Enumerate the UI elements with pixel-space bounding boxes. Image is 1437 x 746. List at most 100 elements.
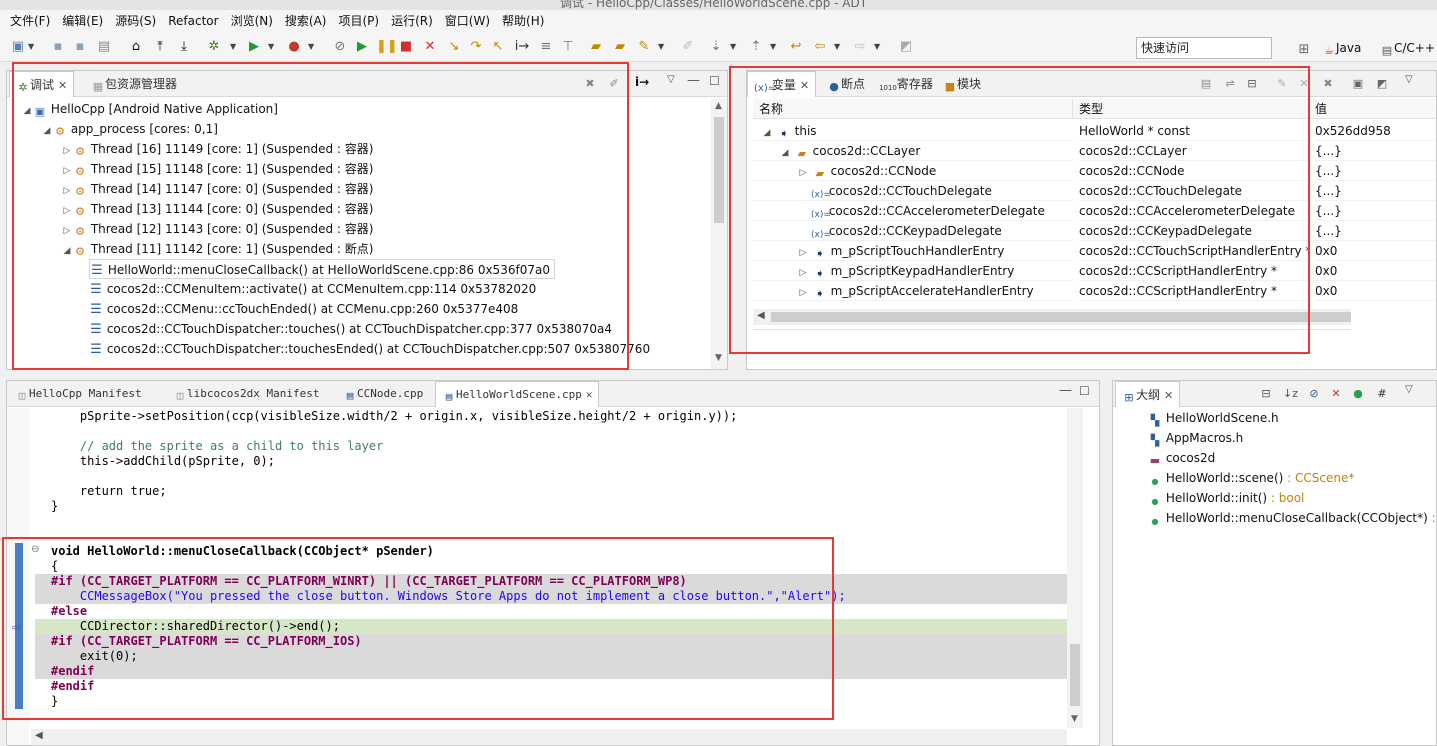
show-logical-structure-icon[interactable]: ⇌ — [1223, 77, 1237, 91]
outline-item[interactable]: ▚ AppMacros.h — [1148, 428, 1244, 448]
variable-value[interactable]: {...} — [1315, 221, 1436, 241]
step-into-icon[interactable]: ↘ — [446, 39, 462, 55]
chevron-down-icon[interactable]: ◢ — [761, 123, 773, 140]
chevron-down-icon[interactable]: ▼ — [1071, 714, 1078, 724]
pen-icon[interactable]: ✎ — [636, 39, 652, 55]
code-line[interactable]: exit(0); — [51, 649, 138, 664]
menu-help[interactable]: 帮助(H) — [496, 10, 550, 32]
code-line[interactable]: #endif — [51, 679, 94, 694]
editor-vscrollbar[interactable]: ▼ — [1067, 408, 1083, 728]
variable-value[interactable]: {...} — [1315, 181, 1436, 201]
tab-ccnode-cpp[interactable]: ▤ CCNode.cpp — [337, 381, 429, 407]
scrollbar-thumb[interactable] — [771, 312, 1351, 322]
code-line[interactable]: // add the sprite as a child to this lay… — [51, 439, 383, 454]
menu-project[interactable]: 项目(P) — [332, 10, 385, 32]
scrollbar-thumb[interactable] — [1070, 644, 1080, 706]
run-icon[interactable]: ▶ — [246, 39, 262, 55]
scrollbar-thumb[interactable] — [714, 117, 724, 223]
table-row[interactable]: (x)= cocos2d::CCKeypadDelegate — [753, 221, 1073, 241]
code-line[interactable]: void HelloWorld::menuCloseCallback(CCObj… — [51, 544, 434, 559]
column-header-type[interactable]: 类型 — [1073, 99, 1309, 119]
resume-icon[interactable]: ▶ — [354, 39, 370, 55]
open-perspective-icon[interactable]: ⊞ — [1296, 42, 1312, 58]
chevron-down-icon[interactable]: ▼ — [730, 42, 736, 51]
code-line[interactable]: #endif — [51, 664, 94, 679]
pin-icon[interactable]: ◩ — [1375, 77, 1389, 91]
collapse-all-icon[interactable]: ⊟ — [1245, 77, 1259, 91]
menu-file[interactable]: 文件(F) — [4, 10, 56, 32]
variable-value[interactable]: 0x526dd958 — [1315, 121, 1436, 141]
variables-hscrollbar[interactable]: ◀ — [753, 309, 1351, 325]
menu-source[interactable]: 源码(S) — [109, 10, 162, 32]
new-view-icon[interactable]: ▣ — [1351, 77, 1365, 91]
menu-refactor[interactable]: Refactor — [162, 10, 224, 32]
menu-search[interactable]: 搜索(A) — [279, 10, 333, 32]
tree-row-app[interactable]: ◢ ▣ HelloCpp [Android Native Application] — [21, 99, 278, 119]
instruction-stepping-icon[interactable]: i→ — [635, 75, 649, 89]
code-line[interactable]: CCDirector::sharedDirector()->end(); — [51, 619, 340, 634]
hide-macros-icon[interactable]: # — [1375, 387, 1389, 401]
variable-value[interactable]: 0x0 — [1315, 241, 1436, 261]
maximize-icon[interactable]: ☐ — [1079, 384, 1090, 398]
add-expression-icon[interactable]: ✎ — [1275, 77, 1289, 91]
variable-value[interactable]: {...} — [1315, 201, 1436, 221]
hide-static-icon[interactable]: ✕ — [1329, 387, 1343, 401]
chevron-down-icon[interactable]: ▼ — [715, 353, 722, 363]
new-icon[interactable]: ▣ — [10, 39, 26, 55]
minimize-icon[interactable]: — — [1059, 383, 1072, 398]
skip-breakpoints-icon[interactable]: ⊘ — [332, 39, 348, 55]
close-icon[interactable]: ✕ — [58, 79, 67, 92]
maximize-icon[interactable]: ☐ — [709, 74, 720, 88]
tree-row-thread[interactable]: ▷ ⚙ Thread [12] 11143 [core: 0] (Suspende… — [61, 219, 374, 239]
chevron-down-icon[interactable]: ▼ — [874, 42, 880, 51]
chevron-left-icon[interactable]: ◀ — [35, 730, 43, 741]
tree-row-thread[interactable]: ◢ ⚙ Thread [11] 11142 [core: 1] (Suspende… — [61, 239, 374, 259]
editor-hscrollbar[interactable]: ◀ — [31, 729, 1067, 745]
code-line[interactable]: CCMessageBox("You pressed the close butt… — [51, 589, 846, 604]
table-row[interactable]: ▷ ➧ m_pScriptKeypadHandlerEntry — [753, 261, 1073, 281]
code-line[interactable]: #if (CC_TARGET_PLATFORM == CC_PLATFORM_W… — [51, 574, 687, 589]
tab-outline[interactable]: ⊞ 大纲 ✕ — [1115, 381, 1181, 407]
table-row[interactable]: ◢ ➧ this — [753, 121, 1073, 141]
hide-fields-icon[interactable]: ⊘ — [1307, 387, 1321, 401]
tab-modules[interactable]: ■ 模块 — [937, 71, 987, 97]
perspective-java[interactable]: ☕ Java — [1322, 36, 1361, 60]
column-header-name[interactable]: 名称 — [753, 99, 1073, 119]
chevron-down-icon[interactable]: ▼ — [28, 42, 34, 51]
sort-icon[interactable]: ↓z — [1283, 387, 1298, 401]
chevron-right-icon[interactable]: ▷ — [797, 163, 809, 180]
chevron-right-icon[interactable]: ▷ — [61, 201, 73, 221]
code-line[interactable]: this->addChild(pSprite, 0); — [51, 454, 275, 469]
chevron-down-icon[interactable]: ▼ — [658, 42, 664, 51]
step-over-icon[interactable]: ↷ — [468, 39, 484, 55]
stack-frame-row[interactable]: ☰ cocos2d::CCMenu::ccTouchEnded() at CCM… — [89, 299, 518, 319]
forward-icon[interactable]: ⇨ — [852, 39, 868, 55]
last-edit-icon[interactable]: ↩ — [788, 39, 804, 55]
perspective-cpp[interactable]: ▤ C/C++ — [1380, 36, 1435, 60]
code-line[interactable]: #else — [51, 604, 87, 619]
view-menu-icon[interactable]: ▽ — [667, 74, 675, 85]
chevron-right-icon[interactable]: ▷ — [797, 243, 809, 260]
outline-item[interactable]: ● HelloWorld::scene() : CCScene* — [1148, 468, 1355, 488]
chevron-up-icon[interactable]: ▲ — [715, 101, 722, 111]
chevron-right-icon[interactable]: ▷ — [797, 283, 809, 300]
tab-helloworldscene-cpp[interactable]: ▤ HelloWorldScene.cpp ✕ — [435, 381, 600, 407]
table-row[interactable]: ▷ ▰ cocos2d::CCNode — [753, 161, 1073, 181]
tree-row-process[interactable]: ◢ ⚙ app_process [cores: 0,1] — [41, 119, 218, 139]
back-icon[interactable]: ⇦ — [812, 39, 828, 55]
tab-debug[interactable]: ✲ 调试 ✕ — [9, 71, 75, 97]
step-return-icon[interactable]: ↖ — [490, 39, 506, 55]
code-line[interactable]: return true; — [51, 484, 167, 499]
debug-scrollbar[interactable]: ▲ ▼ — [711, 99, 727, 369]
remove-all-icon[interactable]: ✖ — [1321, 77, 1335, 91]
view-menu-icon[interactable]: ▽ — [1405, 384, 1413, 395]
menu-edit[interactable]: 编辑(E) — [56, 10, 109, 32]
chevron-down-icon[interactable]: ▼ — [230, 42, 236, 51]
variable-value[interactable]: {...} — [1315, 141, 1436, 161]
quick-access-input[interactable]: 快速访问 — [1136, 37, 1272, 59]
marker-icon[interactable]: ✐ — [680, 39, 696, 55]
chevron-down-icon[interactable]: ▼ — [770, 42, 776, 51]
chevron-down-icon[interactable]: ▼ — [268, 42, 274, 51]
code-line[interactable]: pSprite->setPosition(ccp(visibleSize.wid… — [51, 409, 737, 424]
code-line[interactable]: { — [51, 559, 58, 574]
